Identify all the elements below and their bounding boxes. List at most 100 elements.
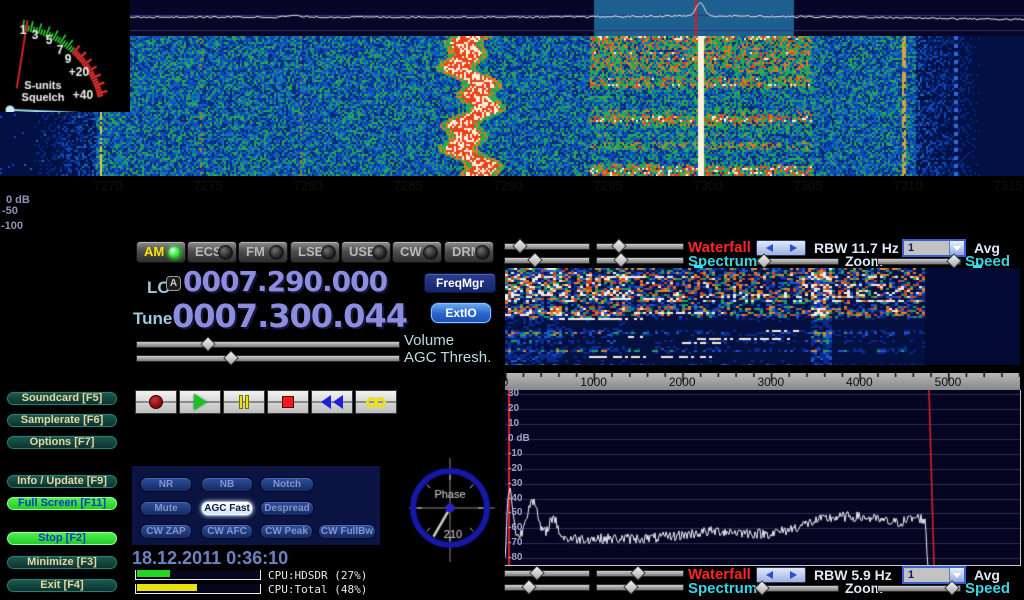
af-freq-tick-label: 2000: [669, 375, 696, 389]
slider-thumb[interactable]: [630, 565, 646, 581]
stop-playback-button[interactable]: [267, 390, 309, 414]
right-arrow-icon[interactable]: [790, 244, 797, 252]
left-arrow-icon[interactable]: [766, 571, 773, 579]
slider-thumb[interactable]: [613, 252, 629, 268]
rbw2-adjust-control[interactable]: [756, 567, 806, 583]
af-freq-tick-label: 0: [502, 375, 509, 389]
pause-button[interactable]: [223, 390, 265, 414]
tune-frequency-display[interactable]: 0007.300.044: [172, 300, 407, 332]
avg2-select[interactable]: 1: [902, 566, 966, 584]
af-waterfall-contrast-slider[interactable]: [596, 243, 684, 250]
af-db-label: -50: [508, 507, 522, 518]
agc-fast-button[interactable]: AGC Fast: [201, 501, 253, 516]
nr-button[interactable]: NR: [140, 477, 192, 492]
mode-led-icon: [168, 246, 181, 259]
mode-button-fm[interactable]: FM: [238, 241, 288, 263]
af-freq-tick-label: 5000: [935, 375, 962, 389]
dropdown-button[interactable]: [949, 241, 964, 255]
dsp-panel: NR NB Notch Mute AGC Fast Despread CW ZA…: [132, 466, 380, 545]
soundcard-button[interactable]: Soundcard [F5]: [6, 391, 118, 406]
despread-button[interactable]: Despread: [260, 501, 314, 516]
right-arrow-icon[interactable]: [790, 571, 797, 579]
rewind-button[interactable]: [311, 390, 353, 414]
hdsdr-window: Soundcard [F5] Samplerate [F6] Options […: [0, 0, 1024, 600]
af-freq-tick-label: 4000: [846, 375, 873, 389]
avg-select-value: 1: [904, 241, 949, 255]
af-spectrum-ref-slider[interactable]: [504, 257, 590, 264]
samplerate-button[interactable]: Samplerate [F6]: [6, 413, 118, 428]
slider-thumb[interactable]: [512, 238, 528, 254]
loop-icon: [375, 397, 386, 408]
af-db-label: -30: [508, 478, 522, 489]
left-arrow-icon[interactable]: [766, 244, 773, 252]
mode-button-am[interactable]: AM: [136, 241, 186, 263]
af2-zoom-slider[interactable]: [757, 585, 839, 592]
af2-waterfall-contrast-slider[interactable]: [596, 570, 684, 577]
record-button[interactable]: [135, 390, 177, 414]
mode-button-ecss[interactable]: ECSS: [187, 241, 237, 263]
full-screen-button[interactable]: Full Screen [F11]: [6, 496, 118, 511]
minimize-button[interactable]: Minimize [F3]: [6, 555, 118, 570]
lo-frequency-display[interactable]: 0007.290.000: [183, 268, 387, 296]
chevron-down-icon: [953, 246, 961, 251]
slider-thumb[interactable]: [611, 238, 627, 254]
mode-led-icon: [322, 246, 335, 259]
slider-thumb[interactable]: [527, 252, 543, 268]
loop-button[interactable]: [355, 390, 397, 414]
af-freq-tick-label: 1000: [580, 375, 607, 389]
slider-thumb[interactable]: [224, 350, 240, 366]
af-speed-slider[interactable]: [877, 258, 961, 265]
extio-button[interactable]: ExtIO: [430, 302, 492, 324]
af-zoom-slider[interactable]: [757, 258, 839, 265]
mode-led-icon: [219, 246, 232, 259]
slider-thumb[interactable]: [529, 565, 545, 581]
af-spectrum-display[interactable]: [505, 390, 1021, 566]
af-db-label: -70: [508, 537, 522, 548]
lo-auto-button[interactable]: A: [166, 276, 181, 291]
exit-button[interactable]: Exit [F4]: [6, 578, 118, 593]
volume-slider[interactable]: [136, 341, 400, 348]
mode-button-drm[interactable]: DRM: [444, 241, 494, 263]
af2-spectrum-range-slider[interactable]: [596, 584, 684, 591]
af2-spectrum-label: Spectrum: [688, 580, 757, 597]
af-waterfall-display[interactable]: [505, 268, 1020, 365]
af2-waterfall-brightness-slider[interactable]: [504, 570, 590, 577]
mode-label: CW: [400, 244, 422, 259]
cw-zap-button[interactable]: CW ZAP: [140, 524, 192, 539]
af2-spectrum-ref-slider[interactable]: [504, 584, 590, 591]
slider-thumb[interactable]: [521, 579, 537, 595]
rewind-icon: [321, 395, 331, 409]
rf-freq-tick-label: 7295: [594, 178, 623, 193]
af-db-label: -10: [508, 448, 522, 459]
play-button[interactable]: [179, 390, 221, 414]
avg-select[interactable]: 1: [902, 239, 966, 257]
options-button[interactable]: Options [F7]: [6, 435, 118, 450]
af-db-label: 10: [508, 418, 519, 429]
mute-button[interactable]: Mute: [140, 501, 192, 516]
volume-label: Volume: [404, 332, 454, 349]
chevron-down-icon: [953, 573, 961, 578]
cw-afc-button[interactable]: CW AFC: [201, 524, 253, 539]
stop-button[interactable]: Stop [F2]: [6, 531, 118, 546]
agc-threshold-label: AGC Thresh.: [404, 349, 491, 366]
nb-button[interactable]: NB: [201, 477, 253, 492]
mode-button-cw[interactable]: CW: [392, 241, 442, 263]
mode-label: FM: [246, 244, 265, 259]
freqmgr-button[interactable]: FreqMgr: [424, 273, 496, 293]
af2-speed-slider[interactable]: [877, 585, 961, 592]
phase-dial: [405, 450, 497, 568]
agc-threshold-slider[interactable]: [136, 355, 400, 362]
slider-thumb[interactable]: [200, 336, 216, 352]
info-update-button[interactable]: Info / Update [F9]: [6, 474, 118, 489]
af-waterfall-brightness-slider[interactable]: [504, 243, 590, 250]
mode-button-usb[interactable]: USB: [341, 241, 391, 263]
s-meter: [0, 0, 130, 112]
mode-button-lsb[interactable]: LSB: [290, 241, 340, 263]
af-spectrum-range-slider[interactable]: [596, 257, 684, 264]
cw-peak-button[interactable]: CW Peak: [260, 524, 313, 539]
slider-thumb[interactable]: [624, 579, 640, 595]
notch-button[interactable]: Notch: [260, 477, 314, 492]
rf-spectrum-overview[interactable]: [0, 0, 1024, 36]
rf-freq-tick-label: 7300: [694, 178, 723, 193]
cw-fullbw-button[interactable]: CW FullBw: [318, 524, 376, 539]
